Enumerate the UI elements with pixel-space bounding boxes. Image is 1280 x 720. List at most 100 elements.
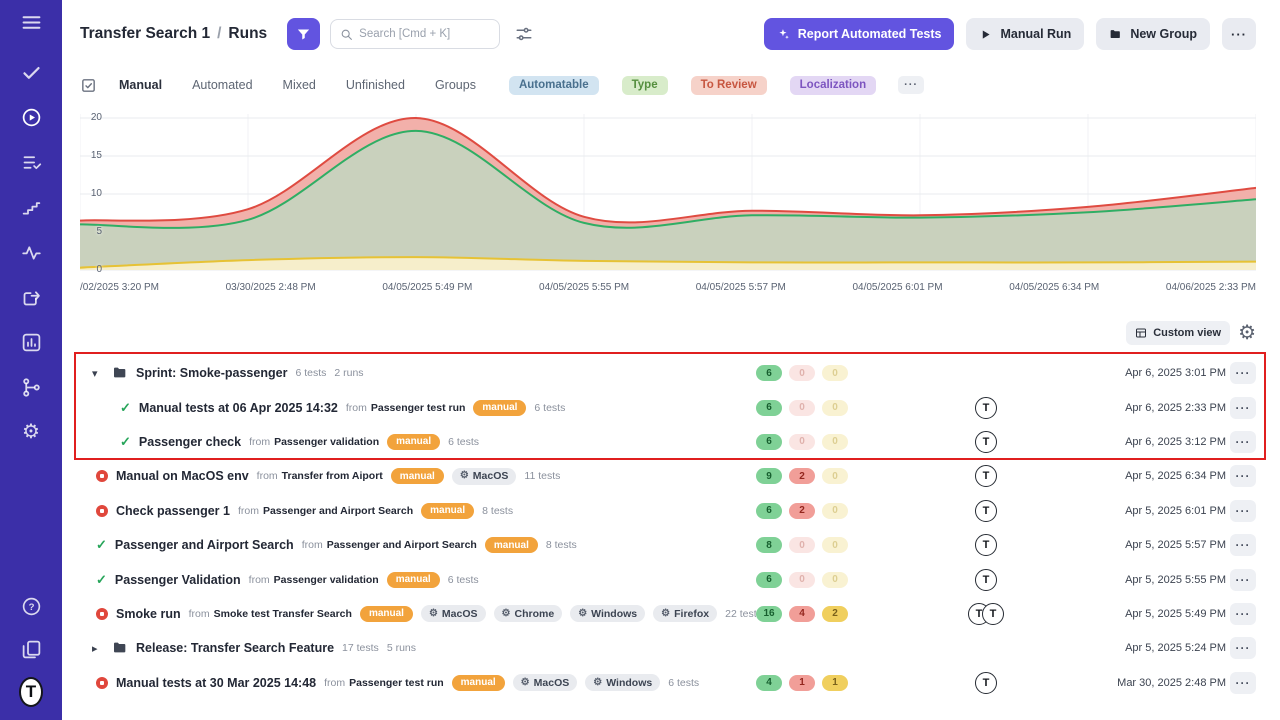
activity-icon[interactable]	[19, 240, 43, 264]
row-more-button[interactable]: ···	[1230, 672, 1256, 694]
run-row[interactable]: Manual tests at 30 Mar 2025 14:48fromPas…	[80, 666, 1256, 700]
view-settings-button[interactable]: ⚙	[1238, 323, 1256, 343]
run-source: Passenger and Airport Search	[263, 505, 413, 517]
passed-count-pill: 6	[756, 572, 782, 588]
row-more-button[interactable]: ···	[1230, 397, 1256, 419]
custom-view-button[interactable]: Custom view	[1126, 321, 1230, 345]
run-date: Apr 5, 2025 6:01 PM	[1106, 505, 1226, 517]
group-title: Sprint: Smoke-passenger	[136, 366, 287, 380]
other-count-pill: 0	[822, 365, 848, 381]
row-more-button[interactable]: ···	[1230, 500, 1256, 522]
run-stats: 620	[756, 503, 866, 519]
group-row[interactable]: ▾Sprint: Smoke-passenger6 tests2 runs600…	[80, 356, 1256, 390]
report-automated-tests-button[interactable]: Report Automated Tests	[764, 18, 955, 50]
assignee-avatars: T	[866, 534, 1106, 556]
run-source: Passenger validation	[274, 436, 379, 448]
chevron-right-icon[interactable]: ▸	[92, 642, 104, 655]
passed-status-icon: ✓	[96, 572, 107, 588]
run-title: Manual tests at 06 Apr 2025 14:32	[139, 401, 338, 415]
row-more-button[interactable]: ···	[1230, 569, 1256, 591]
run-row[interactable]: ✓Passenger and Airport SearchfromPasseng…	[80, 528, 1256, 562]
filter-tag-to-review[interactable]: To Review	[691, 76, 767, 95]
passed-status-icon: ✓	[120, 434, 131, 450]
run-list-icon[interactable]	[19, 150, 43, 174]
tabs-bar: Manual Automated Mixed Unfinished Groups Aut…	[80, 68, 1256, 102]
run-row[interactable]: ✓Manual tests at 06 Apr 2025 14:32fromPa…	[80, 390, 1256, 424]
row-more-button[interactable]: ···	[1230, 362, 1256, 384]
run-title: Passenger check	[139, 435, 241, 449]
run-stats: 600	[756, 365, 866, 381]
assignee-avatars: T	[866, 500, 1106, 522]
row-more-button[interactable]: ···	[1230, 431, 1256, 453]
chevron-down-icon[interactable]: ▾	[92, 367, 104, 380]
sparkles-icon	[777, 28, 790, 41]
row-main: Manual on MacOS envfromTransfer from Aip…	[80, 468, 756, 485]
row-main: ✓Passenger ValidationfromPassenger valid…	[80, 572, 756, 588]
app-logo[interactable]: T	[19, 680, 43, 704]
tests-count: 6 tests	[534, 402, 565, 414]
assignee-avatars: T	[866, 397, 1106, 419]
row-more-button[interactable]: ···	[1230, 603, 1256, 625]
header-more-button[interactable]: ···	[1222, 18, 1256, 50]
gear-icon: ⚙	[578, 609, 587, 619]
search-box[interactable]	[330, 19, 500, 49]
new-group-label: New Group	[1130, 27, 1197, 41]
branch-icon[interactable]	[19, 375, 43, 399]
run-row[interactable]: Check passenger 1fromPassenger and Airpo…	[80, 494, 1256, 528]
sliders-icon[interactable]	[510, 20, 538, 48]
share-box-icon[interactable]	[19, 285, 43, 309]
env-name: MacOS	[442, 608, 478, 620]
run-source: Transfer from Aiport	[282, 470, 383, 482]
steps-icon[interactable]	[19, 195, 43, 219]
failed-count-pill: 1	[789, 675, 815, 691]
breadcrumb-separator: /	[217, 25, 221, 43]
gear-icon[interactable]: ⚙	[19, 420, 43, 444]
other-count-pill: 0	[822, 503, 848, 519]
run-row[interactable]: Smoke runfromSmoke test Transfer Searchm…	[80, 597, 1256, 631]
passed-status-icon: ✓	[120, 400, 131, 416]
chips-more-button[interactable]: ···	[898, 76, 924, 94]
manual-tag: manual	[360, 606, 413, 622]
run-row[interactable]: ✓Passenger ValidationfromPassenger valid…	[80, 562, 1256, 596]
row-more-button[interactable]: ···	[1230, 637, 1256, 659]
play-circle-icon[interactable]	[19, 105, 43, 129]
run-date: Apr 5, 2025 5:24 PM	[1106, 642, 1226, 654]
folder-icon	[1109, 28, 1122, 41]
search-input[interactable]	[359, 28, 490, 40]
row-more-button[interactable]: ···	[1230, 534, 1256, 556]
filter-tag-localization[interactable]: Localization	[790, 76, 876, 95]
filter-tag-type[interactable]: Type	[622, 76, 668, 95]
manual-run-button[interactable]: Manual Run	[966, 18, 1084, 50]
env-chip-macos: ⚙MacOS	[452, 468, 517, 485]
run-stats: 1642	[756, 606, 866, 622]
menu-icon[interactable]	[19, 10, 43, 34]
filter-button[interactable]	[287, 18, 320, 50]
failed-count-pill: 0	[789, 434, 815, 450]
group-row[interactable]: ▸Release: Transfer Search Feature17 test…	[80, 631, 1256, 665]
group-tests-count: 17 tests	[342, 642, 379, 654]
run-date: Apr 6, 2025 3:12 PM	[1106, 436, 1226, 448]
view-toolbar: Custom view ⚙	[80, 320, 1256, 346]
project-name[interactable]: Transfer Search 1	[80, 25, 210, 43]
passed-status-icon: ✓	[96, 537, 107, 553]
tab-automated[interactable]: Automated	[192, 78, 252, 92]
manual-run-label: Manual Run	[1000, 27, 1071, 41]
check-icon[interactable]	[19, 60, 43, 84]
help-icon[interactable]: ?	[19, 594, 43, 618]
bar-chart-icon[interactable]	[19, 330, 43, 354]
checklist-icon[interactable]	[80, 77, 97, 94]
tab-groups[interactable]: Groups	[435, 78, 476, 92]
tab-manual[interactable]: Manual	[119, 78, 162, 92]
filter-tag-automatable[interactable]: Automatable	[509, 76, 599, 95]
run-row[interactable]: Manual on MacOS envfromTransfer from Aip…	[80, 459, 1256, 493]
from-label: from	[302, 539, 323, 551]
new-group-button[interactable]: New Group	[1096, 18, 1210, 50]
docs-icon[interactable]	[19, 637, 43, 661]
y-tick-label: 5	[84, 226, 102, 237]
tab-mixed[interactable]: Mixed	[283, 78, 316, 92]
tab-unfinished[interactable]: Unfinished	[346, 78, 405, 92]
run-row[interactable]: ✓Passenger checkfromPassenger validation…	[80, 425, 1256, 459]
group-runs-count: 5 runs	[387, 642, 416, 654]
failed-status-icon	[96, 505, 108, 517]
row-more-button[interactable]: ···	[1230, 465, 1256, 487]
